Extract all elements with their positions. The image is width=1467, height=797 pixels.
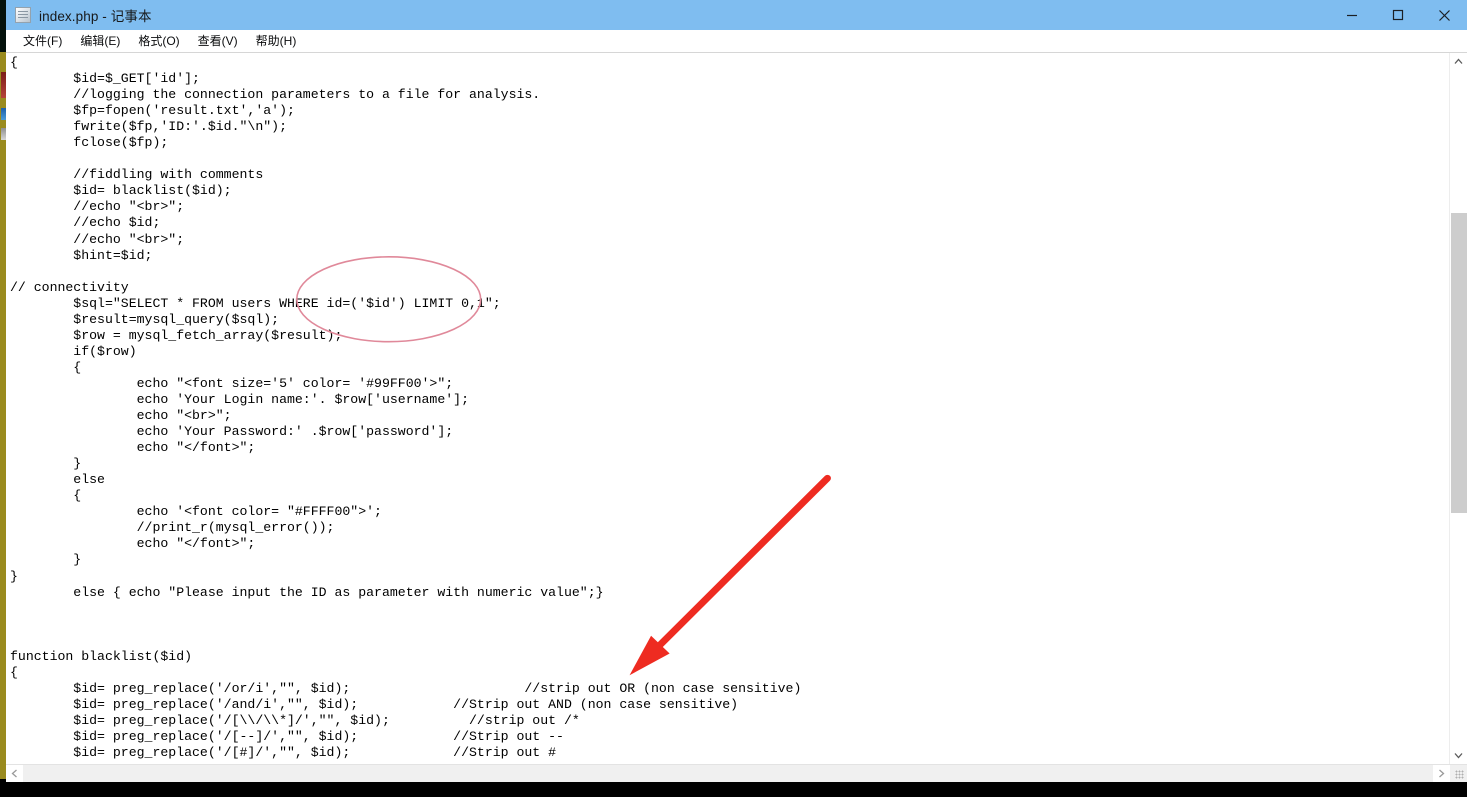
- maximize-button[interactable]: [1375, 0, 1421, 30]
- close-button[interactable]: [1421, 0, 1467, 30]
- horizontal-scrollbar[interactable]: [6, 764, 1467, 782]
- window-titlebar[interactable]: index.php - 记事本: [6, 0, 1467, 30]
- window-title: index.php - 记事本: [39, 9, 152, 24]
- menu-view[interactable]: 查看(V): [189, 30, 247, 52]
- vertical-scroll-thumb[interactable]: [1451, 213, 1467, 513]
- scroll-left-icon[interactable]: [6, 765, 23, 782]
- menu-help[interactable]: 帮助(H): [247, 30, 306, 52]
- menu-edit[interactable]: 编辑(E): [71, 30, 129, 52]
- horizontal-scroll-track[interactable]: [23, 765, 1433, 782]
- vertical-scrollbar[interactable]: [1449, 53, 1467, 764]
- minimize-button[interactable]: [1329, 0, 1375, 30]
- editor-container: { $id=$_GET['id']; //logging the connect…: [6, 52, 1467, 764]
- vertical-scroll-track[interactable]: [1450, 70, 1467, 747]
- code-text[interactable]: { $id=$_GET['id']; //logging the connect…: [10, 55, 801, 761]
- notepad-window: index.php - 记事本 文件(F) 编辑(E) 格式(O) 查看(V) …: [6, 0, 1467, 782]
- scroll-down-icon[interactable]: [1450, 747, 1467, 764]
- scroll-right-icon[interactable]: [1433, 765, 1450, 782]
- text-editor-area[interactable]: { $id=$_GET['id']; //logging the connect…: [6, 53, 1449, 764]
- notepad-document-icon: [15, 7, 31, 23]
- scroll-up-icon[interactable]: [1450, 53, 1467, 70]
- menubar: 文件(F) 编辑(E) 格式(O) 查看(V) 帮助(H): [6, 30, 1467, 52]
- resize-grip[interactable]: [1450, 765, 1467, 782]
- menu-file[interactable]: 文件(F): [14, 30, 71, 52]
- menu-format[interactable]: 格式(O): [129, 30, 188, 52]
- window-controls: [1329, 0, 1467, 30]
